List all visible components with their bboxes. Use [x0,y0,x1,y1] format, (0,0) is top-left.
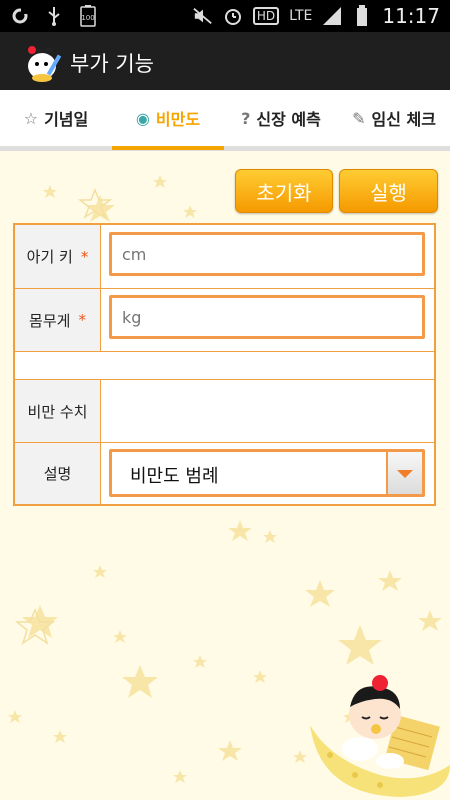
description-row: 설명 비만도 범례 [15,443,434,504]
tab-label: 임신 체크 [371,110,436,129]
obesity-form: 아기 키* 몸무게* 비만 수치 설명 비만도 범례 [13,223,436,506]
tab-bar: ☆ 기념일 ◉ 비만도 ? 신장 예측 ✎ 임신 체크 [0,90,450,151]
pencil-icon: ✎ [352,108,366,128]
clock: 11:17 [382,4,440,28]
obesity-value-row: 비만 수치 [15,380,434,443]
signal-icon [322,6,342,26]
tab-obesity[interactable]: ◉ 비만도 [112,90,224,146]
mute-icon [193,6,213,26]
app-logo-icon[interactable] [22,40,66,84]
weight-label: 몸무게 * [15,289,101,351]
tab-label: 비만도 [155,110,201,129]
description-selected-value: 비만도 범례 [130,466,219,487]
chevron-down-icon[interactable] [386,452,422,494]
weight-input[interactable] [109,295,425,339]
spacer-row [15,352,434,380]
star-icon: ☆ [23,108,39,128]
tab-pregnancy-check[interactable]: ✎ 임신 체크 [338,90,450,146]
alarm-icon [223,6,243,26]
height-label: 아기 키 * [15,225,101,288]
hd-voice-badge: HD [252,7,280,25]
height-row: 아기 키 * [15,225,434,289]
question-icon: ? [241,108,251,128]
app-title: 부가 기능 [70,52,154,76]
sync-icon [10,6,30,26]
baby-on-moon-illustration [310,675,450,797]
tab-label: 신장 예측 [256,110,321,129]
svg-text:100: 100 [81,14,94,22]
scale-icon: ◉ [135,108,150,128]
tab-anniversary[interactable]: ☆ 기념일 [0,90,112,146]
usb-icon [44,6,64,26]
battery-icon [352,5,372,26]
required-mark: * [80,247,89,266]
obesity-value-label: 비만 수치 [15,380,101,442]
height-input[interactable] [109,232,425,276]
tab-label: 기념일 [44,110,89,129]
action-bar [0,32,450,90]
run-button[interactable]: 실행 [339,169,438,213]
reset-button[interactable]: 초기화 [235,169,333,213]
lte-indicator: LTE [289,8,313,24]
status-bar: 100 HD LTE 11:17 [0,0,450,32]
description-select[interactable]: 비만도 범례 [109,449,425,497]
weight-row: 몸무게 * [15,289,434,352]
required-mark: * [78,311,86,329]
description-label: 설명 [15,443,101,504]
battery-small-icon: 100 [78,5,98,27]
tab-height-prediction[interactable]: ? 신장 예측 [224,90,338,146]
